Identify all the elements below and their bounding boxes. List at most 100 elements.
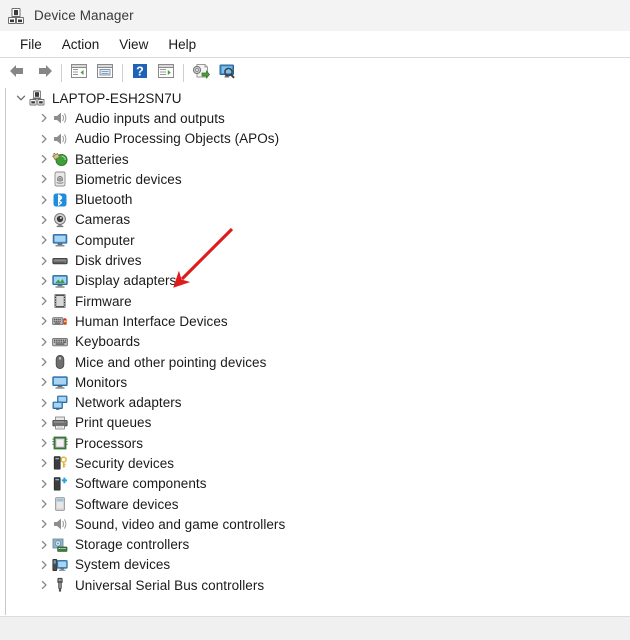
- chevron-right-icon[interactable]: [36, 293, 52, 309]
- toolbar-back-button[interactable]: [5, 60, 31, 86]
- mouse-icon: [52, 354, 68, 370]
- toolbar-forward-button[interactable]: [31, 60, 57, 86]
- monitor-icon: [52, 374, 68, 390]
- chevron-right-icon[interactable]: [36, 557, 52, 573]
- toolbar-help-button[interactable]: ?: [127, 60, 153, 86]
- chevron-right-icon[interactable]: [36, 131, 52, 147]
- tree-item-network-adapters[interactable]: Network adapters: [6, 392, 630, 412]
- tree-item-label: Software devices: [75, 496, 179, 512]
- tree-item-software-components[interactable]: Software components: [6, 474, 630, 494]
- menu-action[interactable]: Action: [52, 35, 110, 54]
- tree-root-label: LAPTOP-ESH2SN7U: [52, 90, 182, 106]
- menu-help[interactable]: Help: [158, 35, 206, 54]
- status-bar: [0, 616, 630, 640]
- chevron-right-icon[interactable]: [36, 334, 52, 350]
- tree-item-label: Storage controllers: [75, 537, 190, 553]
- chevron-right-icon[interactable]: [36, 212, 52, 228]
- chevron-down-icon[interactable]: [13, 90, 29, 106]
- tree-root-node[interactable]: LAPTOP-ESH2SN7U: [6, 88, 630, 108]
- tree-item-batteries[interactable]: Batteries: [6, 149, 630, 169]
- hid-icon: [52, 313, 68, 329]
- tree-item-cameras[interactable]: Cameras: [6, 210, 630, 230]
- disk-drive-icon: [52, 253, 68, 269]
- tree-item-sound-video-and-game-controllers[interactable]: Sound, video and game controllers: [6, 514, 630, 534]
- chevron-right-icon[interactable]: [36, 192, 52, 208]
- speaker-icon: [52, 516, 68, 532]
- show-hide-action-pane-icon: [156, 62, 176, 85]
- tree-item-software-devices[interactable]: Software devices: [6, 494, 630, 514]
- tree-item-keyboards[interactable]: Keyboards: [6, 332, 630, 352]
- device-tree-panel[interactable]: LAPTOP-ESH2SN7U Audio inputs and outputs: [5, 88, 630, 615]
- menu-view[interactable]: View: [109, 35, 158, 54]
- window-title: Device Manager: [34, 8, 134, 23]
- tree-item-computer[interactable]: Computer: [6, 230, 630, 250]
- scan-hardware-changes-icon: [217, 62, 237, 85]
- tree-item-disk-drives[interactable]: Disk drives: [6, 250, 630, 270]
- tree-item-system-devices[interactable]: System devices: [6, 555, 630, 575]
- chevron-right-icon[interactable]: [36, 496, 52, 512]
- tree-item-label: Keyboards: [75, 334, 140, 350]
- tree-item-display-adapters[interactable]: Display adapters: [6, 271, 630, 291]
- chevron-right-icon[interactable]: [36, 110, 52, 126]
- tree-item-security-devices[interactable]: Security devices: [6, 453, 630, 473]
- tree-item-label: Audio Processing Objects (APOs): [75, 131, 280, 147]
- tree-item-storage-controllers[interactable]: Storage controllers: [6, 535, 630, 555]
- tree-item-label: Biometric devices: [75, 171, 182, 187]
- tree-item-biometric-devices[interactable]: Biometric devices: [6, 169, 630, 189]
- toolbar-separator-1: [61, 64, 62, 82]
- chevron-right-icon[interactable]: [36, 435, 52, 451]
- chevron-right-icon[interactable]: [36, 253, 52, 269]
- tree-item-label: Human Interface Devices: [75, 313, 228, 329]
- properties-icon: [95, 62, 115, 85]
- toolbar-action-pane-button[interactable]: [153, 60, 179, 86]
- toolbar-separator-2: [122, 64, 123, 82]
- speaker-icon: [52, 131, 68, 147]
- chevron-right-icon[interactable]: [36, 313, 52, 329]
- svg-text:?: ?: [136, 64, 144, 78]
- tree-item-processors[interactable]: Processors: [6, 433, 630, 453]
- toolbar-update-driver-button[interactable]: [188, 60, 214, 86]
- computer-root-icon: [29, 90, 45, 106]
- title-bar: Device Manager: [0, 0, 630, 31]
- tree-item-universal-serial-bus-controllers[interactable]: Universal Serial Bus controllers: [6, 575, 630, 595]
- keyboard-icon: [52, 334, 68, 350]
- chevron-right-icon[interactable]: [36, 151, 52, 167]
- tree-item-bluetooth[interactable]: Bluetooth: [6, 189, 630, 209]
- toolbar-scan-hardware-button[interactable]: [214, 60, 240, 86]
- chevron-right-icon[interactable]: [36, 415, 52, 431]
- processor-icon: [52, 435, 68, 451]
- chevron-right-icon[interactable]: [36, 374, 52, 390]
- tree-item-firmware[interactable]: Firmware: [6, 291, 630, 311]
- update-driver-icon: [191, 62, 211, 85]
- chevron-right-icon[interactable]: [36, 273, 52, 289]
- computer-icon: [52, 232, 68, 248]
- toolbar-console-tree-button[interactable]: [66, 60, 92, 86]
- chevron-right-icon[interactable]: [36, 537, 52, 553]
- software-component-icon: [52, 476, 68, 492]
- tree-item-human-interface-devices[interactable]: Human Interface Devices: [6, 311, 630, 331]
- chevron-right-icon[interactable]: [36, 395, 52, 411]
- tree-item-monitors[interactable]: Monitors: [6, 372, 630, 392]
- menu-file[interactable]: File: [10, 35, 52, 54]
- tree-item-label: Software components: [75, 476, 207, 492]
- menu-bar: File Action View Help: [0, 31, 630, 57]
- fingerprint-icon: [52, 171, 68, 187]
- tree-item-label: Cameras: [75, 212, 131, 228]
- toolbar-properties-button[interactable]: [92, 60, 118, 86]
- security-key-icon: [52, 455, 68, 471]
- chevron-right-icon[interactable]: [36, 354, 52, 370]
- tree-item-audio-inputs-and-outputs[interactable]: Audio inputs and outputs: [6, 108, 630, 128]
- chevron-right-icon[interactable]: [36, 171, 52, 187]
- tree-item-print-queues[interactable]: Print queues: [6, 413, 630, 433]
- chevron-right-icon[interactable]: [36, 476, 52, 492]
- tree-item-mice-and-other-pointing-devices[interactable]: Mice and other pointing devices: [6, 352, 630, 372]
- chevron-right-icon[interactable]: [36, 455, 52, 471]
- tree-item-audio-processing-objects[interactable]: Audio Processing Objects (APOs): [6, 129, 630, 149]
- back-arrow-icon: [8, 62, 28, 85]
- usb-icon: [52, 577, 68, 593]
- chevron-right-icon[interactable]: [36, 516, 52, 532]
- tree-item-label: Firmware: [75, 293, 132, 309]
- chevron-right-icon[interactable]: [36, 232, 52, 248]
- tree-item-label: Processors: [75, 435, 144, 451]
- chevron-right-icon[interactable]: [36, 577, 52, 593]
